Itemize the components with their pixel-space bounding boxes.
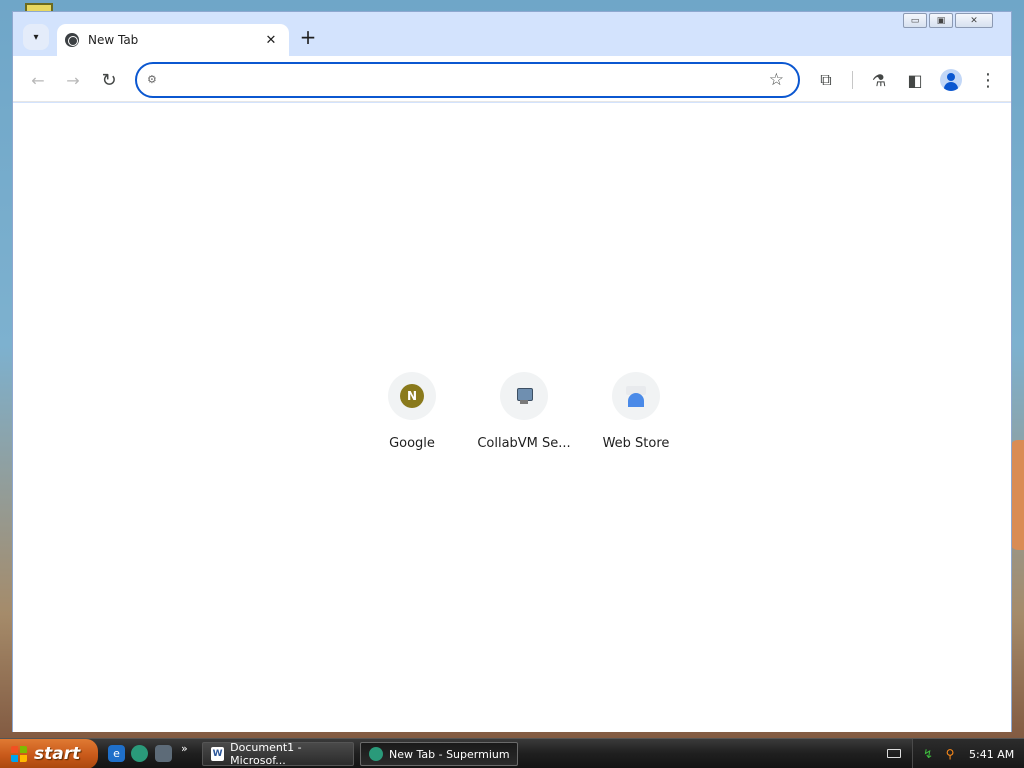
close-tab-icon[interactable]: ✕ <box>263 32 279 48</box>
bookmark-star-icon[interactable]: ☆ <box>769 70 784 90</box>
shortcuts-grid: N Google CollabVM Se... Web Store <box>356 370 692 460</box>
internet-explorer-icon[interactable]: e <box>108 745 125 762</box>
shortcut-tile[interactable]: N Google <box>356 370 468 460</box>
tab-search-button[interactable]: ▾ <box>23 24 49 50</box>
network-icon[interactable] <box>155 745 172 762</box>
supermium-icon[interactable] <box>131 745 148 762</box>
back-button[interactable]: ← <box>25 67 51 93</box>
puzzle-icon: ⧉ <box>820 70 832 89</box>
globe-icon <box>65 33 79 47</box>
profile-avatar[interactable] <box>940 69 962 91</box>
arrow-right-icon: → <box>66 70 80 90</box>
system-tray: ↯ ⚲ 5:41 AM <box>912 739 1024 768</box>
new-tab-button[interactable]: + <box>296 26 320 50</box>
shortcut-icon-circle: N <box>388 372 436 420</box>
browser-window: ▾ New Tab ✕ + ▭ ▣ ✕ ← → ↻ ⚙ ☆ ⧉ ⚗ ◧ ⋮ N … <box>12 11 1012 732</box>
shortcut-icon-circle <box>612 372 660 420</box>
shortcut-tile[interactable]: Web Store <box>580 370 692 460</box>
shortcut-icon-circle <box>500 372 548 420</box>
computer-icon <box>514 386 534 406</box>
labs-button[interactable]: ⚗ <box>866 67 892 93</box>
keyboard-icon[interactable] <box>887 749 901 758</box>
shortcut-label: CollabVM Se... <box>477 436 571 451</box>
taskbar: start e » W Document1 - Microsof... New … <box>0 738 1024 768</box>
more-vert-icon: ⋮ <box>979 69 997 91</box>
taskbar-item-label: New Tab - Supermium <box>389 747 510 761</box>
address-input[interactable] <box>169 70 749 90</box>
forward-button[interactable]: → <box>60 67 86 93</box>
browser-toolbar: ← → ↻ ⚙ ☆ ⧉ ⚗ ◧ ⋮ <box>13 56 1011 102</box>
reload-icon: ↻ <box>101 69 117 91</box>
extensions-button[interactable]: ⧉ <box>813 67 839 93</box>
site-info-icon[interactable]: ⚙ <box>147 73 161 87</box>
reload-button[interactable]: ↻ <box>96 67 122 93</box>
side-panel-button[interactable]: ◧ <box>902 67 928 93</box>
search-icon[interactable]: ⚲ <box>943 747 957 761</box>
taskbar-item-label: Document1 - Microsof... <box>230 741 302 767</box>
shortcut-tile[interactable]: CollabVM Se... <box>468 370 580 460</box>
quick-launch-more-icon[interactable]: » <box>181 742 188 755</box>
chevron-down-icon: ▾ <box>33 31 39 43</box>
flask-icon: ⚗ <box>871 70 887 90</box>
supermium-icon <box>369 747 383 761</box>
shortcut-label: Web Store <box>602 436 670 451</box>
tab-title: New Tab <box>88 33 139 47</box>
window-controls: ▭ ▣ ✕ <box>903 13 993 28</box>
address-bar[interactable]: ⚙ ☆ <box>135 62 800 98</box>
desktop-wallpaper-fragment <box>1010 440 1024 550</box>
word-icon: W <box>211 747 225 761</box>
taskbar-item-document1[interactable]: W Document1 - Microsof... <box>202 741 354 767</box>
toolbar-divider <box>852 71 853 89</box>
tab-strip: ▾ New Tab ✕ + ▭ ▣ ✕ <box>13 12 1011 56</box>
n-letter-icon: N <box>400 384 424 408</box>
new-tab-page: N Google CollabVM Se... Web Store <box>13 103 1011 732</box>
restore-button[interactable]: ▣ <box>929 13 953 28</box>
taskbar-item-supermium[interactable]: New Tab - Supermium <box>360 742 518 766</box>
network-status-icon[interactable]: ↯ <box>921 747 935 761</box>
tab-new-tab[interactable]: New Tab ✕ <box>57 24 289 56</box>
start-label: start <box>34 744 81 764</box>
side-panel-icon: ◧ <box>907 70 923 90</box>
minimize-button[interactable]: ▭ <box>903 13 927 28</box>
web-store-icon <box>625 385 647 407</box>
arrow-left-icon: ← <box>31 70 45 90</box>
start-button[interactable]: start <box>0 739 98 768</box>
clock: 5:41 AM <box>969 747 1015 761</box>
windows-logo-icon <box>11 745 28 763</box>
close-window-button[interactable]: ✕ <box>955 13 993 28</box>
shortcut-label: Google <box>389 436 435 451</box>
menu-button[interactable]: ⋮ <box>975 67 1001 93</box>
